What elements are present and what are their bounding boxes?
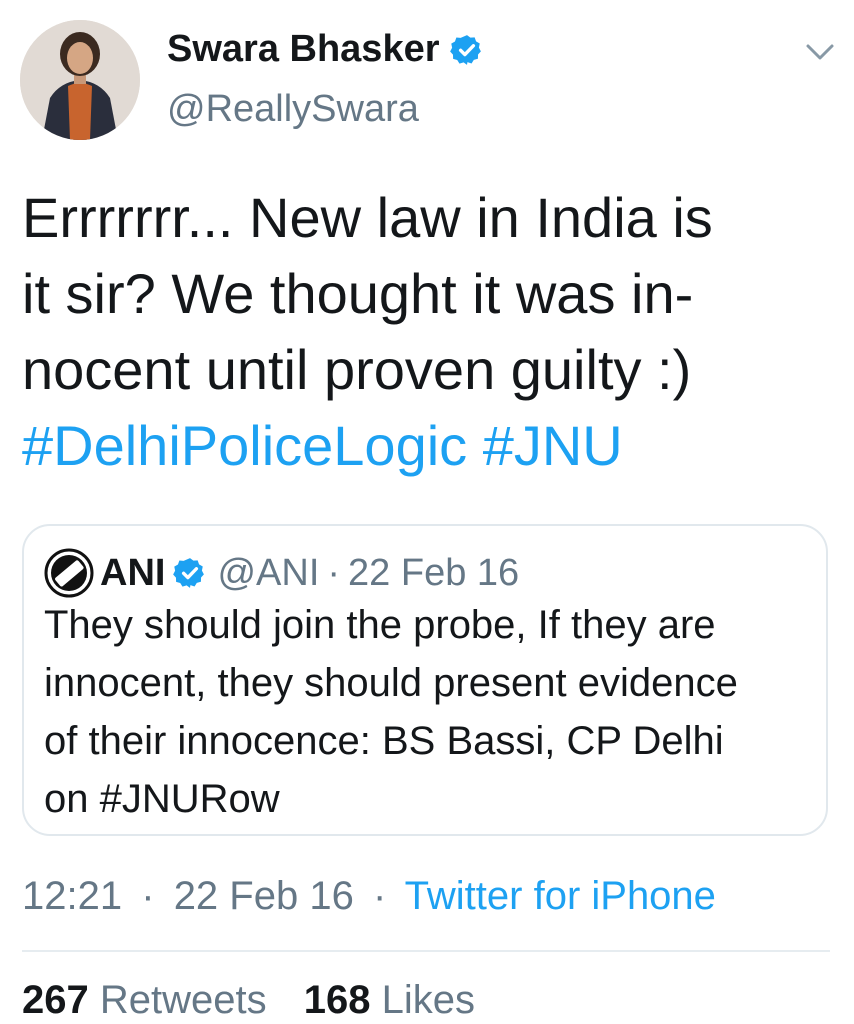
tweet-date[interactable]: 22 Feb 16 — [174, 874, 354, 918]
meta-separator: · — [141, 874, 155, 918]
quoted-separator: · — [327, 551, 341, 594]
tweet-stats: 267 Retweets 168 Likes — [22, 978, 475, 1023]
divider — [22, 950, 830, 952]
quoted-author-name[interactable]: ANI — [100, 552, 165, 595]
retweets-label: Retweets — [99, 978, 267, 1022]
quoted-tweet-text: They should join the probe, If they are … — [44, 596, 814, 828]
tweet-text-line: it sir? We thought it was in- — [22, 262, 694, 325]
verified-badge-icon — [449, 34, 481, 65]
quoted-text-line: of their innocence: BS Bassi, CP Delhi — [44, 719, 724, 763]
quoted-tweet-card[interactable]: ANI @ANI · 22 Feb 16 They should join th… — [22, 524, 828, 836]
quoted-tweet-header: ANI @ANI · 22 Feb 16 — [44, 548, 519, 598]
likes-label: Likes — [381, 978, 476, 1022]
likes-count: 168 — [303, 978, 371, 1022]
quoted-text-line: on #JNURow — [44, 777, 280, 821]
chevron-down-icon[interactable] — [802, 38, 838, 66]
author-display-name[interactable]: Swara Bhasker — [167, 28, 440, 71]
likes-stat[interactable]: 168 Likes — [304, 978, 475, 1022]
tweet-text: Errrrrrr... New law in India is it sir? … — [22, 180, 832, 484]
author-display-name-row[interactable]: Swara Bhasker — [167, 28, 484, 71]
retweets-stat[interactable]: 267 Retweets — [22, 978, 278, 1022]
quoted-author-handle[interactable]: @ANI — [217, 552, 319, 595]
retweets-count: 267 — [22, 978, 89, 1022]
tweet-time[interactable]: 12:21 — [22, 874, 122, 918]
verified-badge-icon — [173, 558, 205, 588]
ani-logo-icon — [44, 548, 94, 598]
tweet-hashtags[interactable]: #DelhiPoliceLogic #JNU — [22, 408, 832, 484]
tweet-text-line: nocent until proven guilty :) — [22, 338, 692, 401]
author-handle[interactable]: @ReallySwara — [167, 88, 419, 131]
quoted-date[interactable]: 22 Feb 16 — [348, 552, 519, 595]
tweet-text-line: Errrrrrr... New law in India is — [22, 186, 713, 249]
author-avatar[interactable] — [20, 20, 140, 140]
tweet-meta: 12:21 · 22 Feb 16 · Twitter for iPhone — [22, 874, 716, 919]
quoted-text-line: They should join the probe, If they are — [44, 603, 716, 647]
tweet-source-link[interactable]: Twitter for iPhone — [405, 874, 716, 918]
meta-separator: · — [372, 874, 387, 918]
quoted-text-line: innocent, they should present evidence — [44, 661, 738, 705]
